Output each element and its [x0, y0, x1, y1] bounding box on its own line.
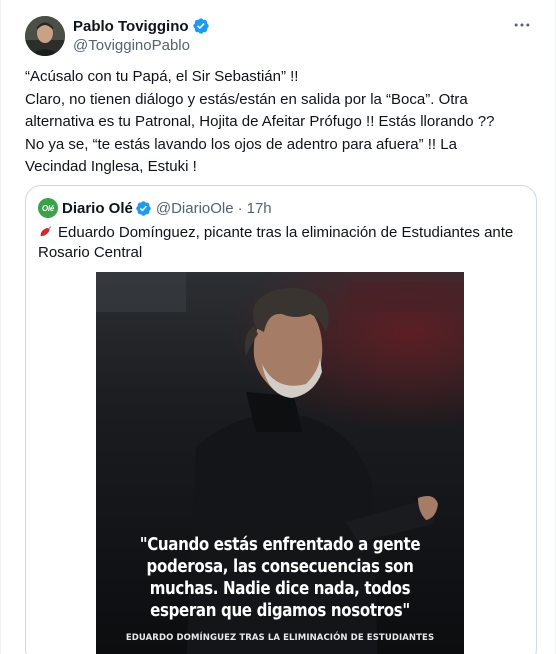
quoted-author-avatar[interactable]: Olé	[38, 198, 58, 218]
caption-line: esperan que digamos nosotros"	[150, 601, 410, 621]
tweet-line: No ya se, “te estás lavando los ojos de …	[25, 135, 457, 153]
separator-dot: ·	[237, 199, 243, 217]
caption-line: poderosa, las consecuencias son	[146, 557, 414, 577]
author-avatar[interactable]	[25, 16, 65, 56]
quoted-author-handle[interactable]: @DiarioOle	[156, 200, 234, 217]
caption-line: "Cuando estás enfrentado a gente	[139, 535, 421, 555]
quoted-tweet-text: Eduardo Domínguez, picante tras la elimi…	[38, 223, 526, 263]
hot-pepper-emoji-icon	[40, 226, 52, 237]
quoted-line-text: Eduardo Domínguez, picante tras la elimi…	[58, 224, 514, 241]
caption-line: muchas. Nadie dice nada, todos	[149, 579, 411, 599]
quoted-author-name[interactable]: Diario Olé	[62, 200, 133, 217]
author-name[interactable]: Pablo Toviggino	[73, 17, 210, 35]
more-options-icon	[514, 23, 530, 27]
tweet-line: Vecindad Inglesa, Estuki !	[25, 158, 197, 175]
tweet-line: Claro, no tienen diálogo y estás/están e…	[25, 90, 468, 108]
tweet-text: “Acúsalo con tu Papá, el Sir Sebastián” …	[25, 66, 525, 179]
quoted-line: Rosario Central	[38, 244, 143, 261]
author-handle[interactable]: @TovigginoPablo	[73, 37, 190, 54]
quoted-tweet-image[interactable]: "Cuando estás enfrentado a gente poderos…	[96, 272, 464, 654]
quoted-tweet[interactable]: Olé Diario Olé @DiarioOle · 17h Eduardo …	[25, 185, 537, 654]
author-name-label[interactable]: Pablo Toviggino	[73, 18, 189, 35]
tweet-card[interactable]: Pablo Toviggino @TovigginoPablo “Acúsalo…	[0, 0, 556, 654]
verified-badge-icon	[136, 200, 151, 216]
tweet-line: alternativa es tu Patronal, Hojita de Af…	[25, 113, 495, 130]
quoted-line: Eduardo Domínguez, picante tras la elimi…	[38, 223, 526, 243]
verified-badge-icon	[192, 18, 209, 34]
quoted-timestamp[interactable]: 17h	[247, 200, 272, 217]
quoted-tweet-header: Olé Diario Olé @DiarioOle · 17h	[38, 198, 272, 218]
more-options-button[interactable]	[511, 14, 533, 36]
tweet-line: “Acúsalo con tu Papá, el Sir Sebastián” …	[25, 68, 299, 85]
image-credit: EDUARDO DOMÍNGUEZ TRAS LA ELIMINACIÓN DE…	[125, 633, 435, 643]
quoted-avatar-logo-text: Olé	[41, 203, 55, 213]
image-quote-caption: "Cuando estás enfrentado a gente poderos…	[122, 534, 438, 622]
